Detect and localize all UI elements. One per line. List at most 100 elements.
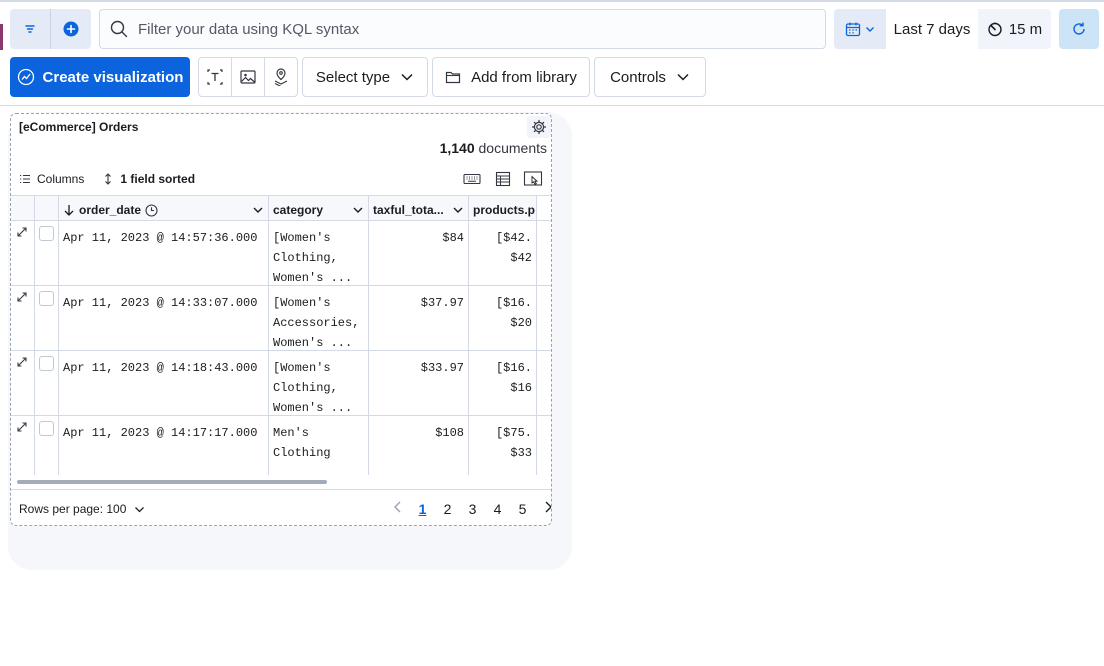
time-range-display[interactable]: Last 7 days xyxy=(886,9,978,49)
products-line: [$42. xyxy=(495,231,532,245)
kql-search-input[interactable] xyxy=(138,20,788,38)
quick-select-button[interactable] xyxy=(834,9,886,49)
row-checkbox[interactable] xyxy=(39,226,54,241)
category-cell: [Women's Clothing, Women's ... xyxy=(269,221,369,285)
page-3-button[interactable]: 3 xyxy=(460,501,485,517)
columns-button[interactable]: Columns xyxy=(19,172,84,186)
expand-row-button[interactable] xyxy=(11,286,35,350)
text-box-icon xyxy=(206,68,224,86)
clock-icon xyxy=(145,203,158,217)
create-visualization-button[interactable]: Create visualization xyxy=(10,57,190,97)
horizontal-scrollbar[interactable] xyxy=(17,480,327,484)
products-header-label: products.p xyxy=(473,203,535,217)
keyboard-shortcuts-button[interactable] xyxy=(463,173,481,185)
row-checkbox[interactable] xyxy=(39,421,54,436)
add-filter-button[interactable] xyxy=(50,9,91,49)
order-date-cell: Apr 11, 2023 @ 14:33:07.000 xyxy=(59,286,269,350)
previous-page-button[interactable] xyxy=(385,500,410,517)
category-line: Accessories, xyxy=(273,316,360,330)
filter-lines-icon xyxy=(23,22,37,36)
refresh-interval-label: 15 m xyxy=(1008,20,1043,38)
chevron-down-icon[interactable] xyxy=(452,204,464,216)
products-line: $33 xyxy=(510,446,532,460)
row-select-cell xyxy=(35,286,59,350)
chevron-right-icon xyxy=(545,501,551,513)
keyboard-icon xyxy=(463,173,481,185)
products-cell: [$75. $33 xyxy=(469,416,537,475)
query-bar[interactable] xyxy=(99,9,826,49)
products-line: [$75. xyxy=(495,426,532,440)
products-cell: [$16. $16 xyxy=(469,351,537,415)
image-icon xyxy=(239,68,257,86)
products-line: $42 xyxy=(510,251,532,265)
category-line: Men's xyxy=(273,426,310,440)
side-accent-strip xyxy=(0,24,3,50)
header-control-cell xyxy=(11,196,35,220)
category-line: Clothing xyxy=(273,446,331,460)
top-border xyxy=(0,0,1104,2)
arrow-down-icon xyxy=(63,204,75,216)
filter-menu-button[interactable] xyxy=(10,9,50,49)
chevron-down-icon[interactable] xyxy=(252,204,264,216)
row-select-cell xyxy=(35,351,59,415)
refresh-icon xyxy=(1071,21,1087,37)
expand-row-button[interactable] xyxy=(11,351,35,415)
order-date-cell: Apr 11, 2023 @ 14:17:17.000 xyxy=(59,416,269,475)
sorted-label: 1 field sorted xyxy=(120,172,196,186)
column-header-products[interactable]: products.p xyxy=(469,196,537,220)
row-checkbox[interactable] xyxy=(39,356,54,371)
rows-per-page-button[interactable]: Rows per page: 100 xyxy=(19,502,145,516)
calendar-icon xyxy=(845,21,861,37)
chevron-left-icon xyxy=(393,501,400,513)
page-1-button[interactable]: 1 xyxy=(410,501,435,517)
add-map-button[interactable] xyxy=(265,58,297,96)
table-density-icon xyxy=(495,171,511,187)
display-settings-button[interactable] xyxy=(495,171,511,187)
page-4-button[interactable]: 4 xyxy=(485,501,510,517)
columns-label: Columns xyxy=(37,172,85,186)
select-type-button[interactable]: Select type xyxy=(302,57,428,97)
select-type-label: Select type xyxy=(315,68,391,86)
add-from-library-button[interactable]: Add from library xyxy=(432,57,590,97)
controls-label: Controls xyxy=(610,68,666,86)
column-header-taxful-total[interactable]: taxful_tota... xyxy=(369,196,469,220)
controls-button[interactable]: Controls xyxy=(594,57,706,97)
category-header-label: category xyxy=(273,203,324,217)
chevron-down-icon xyxy=(134,504,145,515)
column-header-category[interactable]: category xyxy=(269,196,369,220)
panel-options-button[interactable] xyxy=(527,116,551,138)
category-line: Women's ... xyxy=(273,401,353,415)
create-visualization-label: Create visualization xyxy=(42,68,184,86)
products-line: $20 xyxy=(510,316,532,330)
order-date-header-label: order_date xyxy=(79,203,142,217)
chevron-down-icon[interactable] xyxy=(352,204,364,216)
page-2-button[interactable]: 2 xyxy=(435,501,460,517)
add-text-button[interactable] xyxy=(199,58,232,96)
page-5-button[interactable]: 5 xyxy=(510,501,535,517)
rows-per-page-label: Rows per page: 100 xyxy=(19,502,127,516)
map-pin-icon xyxy=(272,68,290,86)
fullscreen-button[interactable] xyxy=(523,170,543,188)
time-picker: Last 7 days 15 m xyxy=(834,9,1051,49)
refresh-button[interactable] xyxy=(1059,9,1099,49)
document-count-suffix: documents xyxy=(478,140,547,156)
next-page-button[interactable] xyxy=(535,500,551,517)
expand-row-button[interactable] xyxy=(11,416,35,475)
sort-icon xyxy=(102,173,114,185)
refresh-interval[interactable]: 15 m xyxy=(978,9,1051,49)
products-line: [$16. xyxy=(495,296,532,310)
expand-icon xyxy=(17,422,27,432)
document-count: 1,140 documents xyxy=(440,140,547,156)
chevron-down-icon xyxy=(400,70,414,84)
category-line: Women's ... xyxy=(273,271,353,285)
taxful-total-cell: $37.97 xyxy=(369,286,469,350)
column-header-order-date[interactable]: order_date xyxy=(59,196,269,220)
category-line: [Women's xyxy=(273,296,331,310)
row-checkbox[interactable] xyxy=(39,291,54,306)
sort-fields-button[interactable]: 1 field sorted xyxy=(102,172,195,186)
expand-row-button[interactable] xyxy=(11,221,35,285)
taxful-total-cell: $84 xyxy=(369,221,469,285)
grid-header-row: order_date category taxful_tota... produ… xyxy=(11,196,551,221)
add-image-button[interactable] xyxy=(232,58,265,96)
orders-panel: [eCommerce] Orders 1,140 documents Colum… xyxy=(10,113,552,526)
